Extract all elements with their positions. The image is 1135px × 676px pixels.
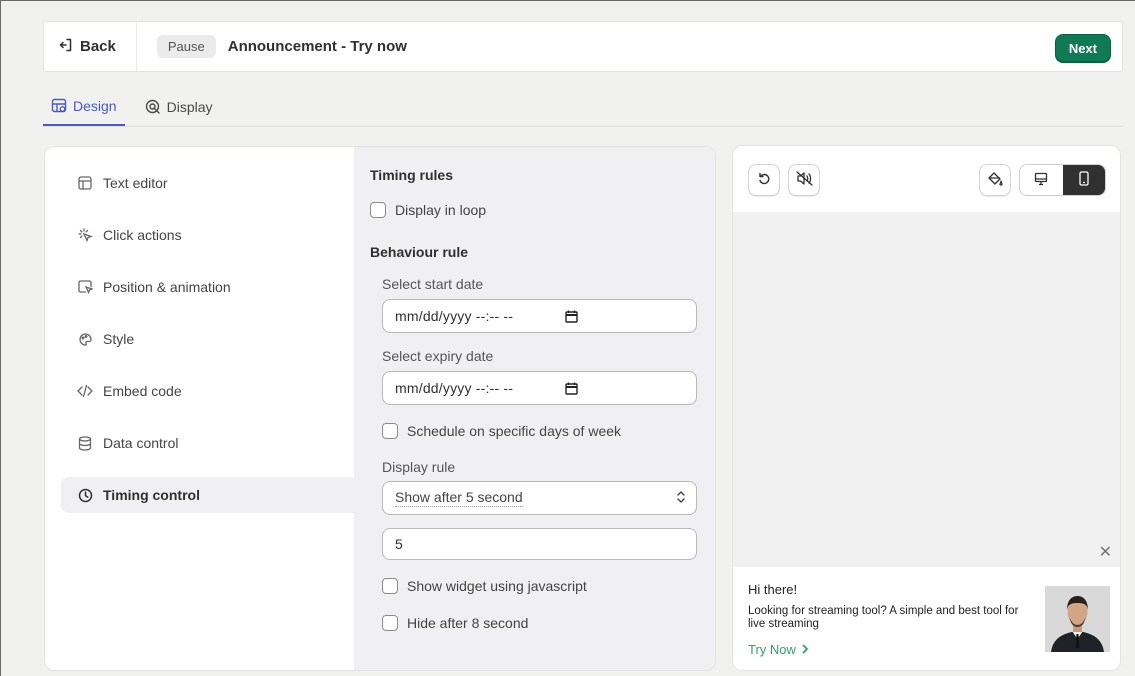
style-icon — [77, 331, 93, 347]
timing-rules-title: Timing rules — [370, 167, 453, 183]
settings-menu: Text editor Click actions Position & ani… — [45, 147, 354, 670]
menu-item-label: Position & animation — [103, 279, 231, 295]
tab-label: Design — [73, 98, 117, 114]
show-widget-js-checkbox[interactable]: Show widget using javascript — [382, 578, 587, 594]
menu-item-label: Style — [103, 331, 135, 347]
undo-icon — [757, 171, 772, 189]
checkbox-label: Display in loop — [395, 202, 487, 218]
checkbox[interactable] — [382, 615, 398, 631]
mobile-icon — [1078, 171, 1090, 189]
chevron-right-icon — [802, 642, 809, 657]
back-label: Back — [80, 38, 116, 55]
display-icon — [145, 99, 161, 115]
avatar — [1045, 586, 1110, 652]
seconds-input[interactable]: 5 — [382, 528, 697, 560]
design-icon — [51, 98, 67, 114]
calendar-icon[interactable] — [565, 310, 578, 326]
hide-after-checkbox[interactable]: Hide after 8 second — [382, 615, 528, 631]
seconds-value: 5 — [395, 536, 403, 552]
mute-button[interactable] — [788, 164, 820, 196]
preview-card: ✕ Hi there! Looking for streaming tool? … — [732, 145, 1121, 671]
checkbox-label: Hide after 8 second — [407, 615, 529, 631]
widget-cta-link[interactable]: Try Now — [748, 642, 809, 657]
expiry-date-input[interactable]: mm/dd/yyyy --:-- -- — [382, 371, 697, 405]
exit-icon — [58, 37, 74, 57]
display-rule-label: Display rule — [382, 459, 456, 475]
display-rule-selected: Show after 5 second — [395, 489, 523, 507]
tab-bar: Design Display — [43, 88, 1123, 127]
widget-body: Looking for streaming tool? A simple and… — [748, 605, 1019, 630]
menu-item-label: Timing control — [103, 487, 200, 503]
calendar-icon[interactable] — [565, 382, 578, 398]
select-arrows-icon — [676, 490, 686, 507]
close-icon[interactable]: ✕ — [1099, 545, 1112, 561]
menu-item-label: Click actions — [103, 227, 182, 243]
widget-cta-label: Try Now — [748, 642, 796, 657]
undo-button[interactable] — [748, 164, 780, 196]
desktop-icon — [1034, 172, 1048, 189]
click-actions-icon — [77, 227, 93, 243]
page-title: Announcement - Try now — [227, 38, 407, 55]
checkbox[interactable] — [382, 423, 398, 439]
menu-item-data-control[interactable]: Data control — [61, 425, 354, 461]
editor-card: Text editor Click actions Position & ani… — [44, 146, 716, 671]
checkbox-label: Schedule on specific days of week — [407, 423, 622, 439]
menu-item-label: Embed code — [103, 383, 182, 399]
display-rule-select[interactable]: Show after 5 second — [382, 481, 697, 515]
back-button[interactable]: Back — [44, 22, 137, 71]
paint-icon — [987, 171, 1003, 190]
timing-settings-panel: Timing rules Display in loop Behaviour r… — [354, 147, 715, 670]
paint-button[interactable] — [979, 164, 1011, 196]
start-date-input[interactable]: mm/dd/yyyy --:-- -- — [382, 299, 697, 333]
mobile-view-button[interactable] — [1062, 165, 1105, 195]
start-date-label: Select start date — [382, 276, 484, 292]
menu-item-style[interactable]: Style — [61, 321, 354, 357]
schedule-days-checkbox[interactable]: Schedule on specific days of week — [382, 423, 621, 439]
checkbox[interactable] — [382, 578, 398, 594]
position-icon — [77, 279, 93, 295]
menu-item-label: Data control — [103, 435, 179, 451]
mute-icon — [795, 171, 813, 189]
behaviour-rule-title: Behaviour rule — [370, 244, 469, 260]
announcement-widget: Hi there! Looking for streaming tool? A … — [733, 568, 1120, 670]
next-button[interactable]: Next — [1054, 34, 1111, 63]
widget-title: Hi there! — [748, 582, 798, 597]
database-icon — [77, 435, 93, 451]
status-badge: Pause — [156, 35, 216, 58]
menu-item-click-actions[interactable]: Click actions — [61, 217, 354, 253]
tab-label: Display — [166, 99, 213, 115]
checkbox-label: Show widget using javascript — [407, 578, 587, 594]
menu-item-label: Text editor — [103, 175, 168, 191]
menu-item-embed-code[interactable]: Embed code — [61, 373, 354, 409]
desktop-view-button[interactable] — [1020, 165, 1063, 195]
top-bar: Back Pause Announcement - Try now Next — [43, 21, 1123, 72]
clock-icon — [77, 487, 93, 503]
menu-item-timing-control[interactable]: Timing control — [61, 477, 354, 513]
expiry-date-value: mm/dd/yyyy --:-- -- — [395, 380, 514, 396]
preview-canvas — [733, 212, 1120, 567]
checkbox[interactable] — [370, 202, 386, 218]
menu-item-position-animation[interactable]: Position & animation — [61, 269, 354, 305]
device-toggle — [1019, 164, 1106, 196]
display-in-loop-checkbox[interactable]: Display in loop — [370, 202, 486, 218]
menu-item-text-editor[interactable]: Text editor — [61, 165, 354, 201]
start-date-value: mm/dd/yyyy --:-- -- — [395, 308, 514, 324]
expiry-date-label: Select expiry date — [382, 348, 494, 364]
code-icon — [77, 383, 93, 399]
text-editor-icon — [77, 175, 93, 191]
tab-display[interactable]: Display — [137, 88, 221, 126]
tab-design[interactable]: Design — [43, 88, 125, 126]
